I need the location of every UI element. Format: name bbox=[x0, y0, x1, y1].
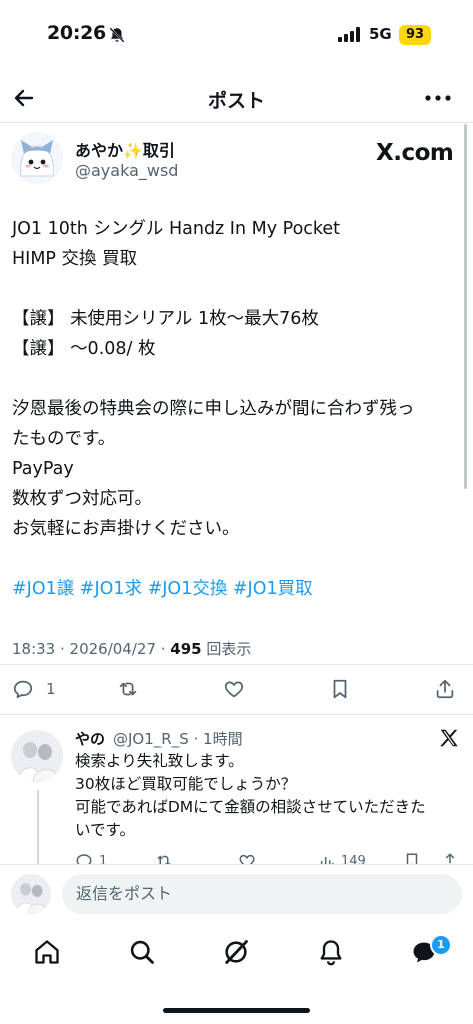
tweet-line bbox=[12, 274, 462, 304]
my-avatar bbox=[11, 874, 51, 914]
reply-handle-time[interactable]: @JO1_R_S · 1時間 bbox=[113, 728, 243, 749]
tab-notifications[interactable] bbox=[317, 938, 347, 968]
battery-indicator: 93 bbox=[399, 25, 431, 45]
bookmark-icon bbox=[333, 679, 347, 699]
nav-divider bbox=[0, 122, 473, 123]
tweet-line: たものです。 bbox=[12, 429, 116, 449]
tweet-line: HIMP 交換 買取 bbox=[12, 249, 138, 269]
status-time: 20:26 bbox=[47, 22, 106, 44]
reply-count: 1 bbox=[46, 680, 56, 698]
bell-slash-icon bbox=[109, 27, 125, 43]
x-logo-icon bbox=[440, 729, 458, 747]
actions-divider bbox=[0, 714, 473, 715]
author-handle[interactable]: @ayaka_wsd bbox=[75, 161, 178, 180]
reply-button[interactable] bbox=[12, 678, 34, 702]
reply-icon bbox=[13, 680, 33, 699]
share-icon bbox=[436, 679, 454, 699]
tweet-line: 数枚ずつ対応可。 bbox=[12, 489, 152, 509]
reply-line: 検索より失礼致します。 bbox=[75, 752, 244, 770]
tweet-line: JO1 10th シングル Handz In My Pocket bbox=[12, 219, 341, 239]
meta-divider bbox=[0, 664, 473, 665]
reply-author-name[interactable]: やの bbox=[75, 728, 105, 749]
repost-icon bbox=[119, 682, 137, 696]
bookmark-button[interactable] bbox=[329, 678, 351, 702]
tweet-line: お気軽にお声掛けください。 bbox=[12, 519, 240, 539]
tweet-line bbox=[12, 364, 462, 394]
tab-home[interactable] bbox=[33, 938, 63, 968]
grok-icon bbox=[225, 940, 248, 964]
tweet-meta: 18:33 · 2026/04/27 · 495 回表示 bbox=[12, 638, 251, 659]
reply-line: 可能であればDMにて金額の相談させていただきた bbox=[75, 798, 426, 816]
tab-grok[interactable] bbox=[222, 938, 252, 968]
share-button[interactable] bbox=[434, 678, 456, 702]
hashtag-links[interactable]: #JO1譲 #JO1求 #JO1交換 #JO1買取 bbox=[12, 574, 462, 604]
reply-avatar[interactable] bbox=[11, 730, 63, 782]
author-name[interactable]: あやか✨取引 bbox=[75, 137, 175, 161]
xcom-watermark: X.com bbox=[376, 140, 454, 166]
page-title: ポスト bbox=[207, 90, 265, 112]
view-count: 495 bbox=[170, 640, 202, 658]
tweet-timestamp: 18:33 · 2026/04/27 · bbox=[12, 640, 171, 658]
network-type: 5G bbox=[369, 25, 392, 43]
tweet-line: 【譲】 〜0.08/ 枚 bbox=[12, 339, 156, 359]
home-indicator bbox=[163, 1008, 310, 1013]
scrollbar[interactable] bbox=[464, 124, 467, 489]
search-icon bbox=[130, 940, 154, 964]
tab-search[interactable] bbox=[128, 938, 158, 968]
bell-icon bbox=[320, 940, 342, 966]
reply-text: 検索より失礼致します。 30枚ほど買取可能でしょうか？ 可能であればDMにて金額… bbox=[75, 750, 460, 842]
like-button[interactable] bbox=[223, 678, 245, 702]
reply-line: いです。 bbox=[75, 821, 135, 839]
home-icon bbox=[35, 940, 59, 964]
heart-icon bbox=[224, 681, 244, 698]
view-label: 回表示 bbox=[201, 640, 252, 658]
more-options-icon[interactable] bbox=[424, 94, 452, 102]
messages-badge: 1 bbox=[430, 934, 452, 956]
reply-compose-input[interactable]: 返信をポスト bbox=[62, 874, 462, 914]
cellular-signal-icon bbox=[338, 27, 360, 42]
tweet-line: 汐恩最後の特典会の際に申し込みが間に合わず残っ bbox=[12, 399, 415, 419]
tweet-line bbox=[12, 544, 462, 574]
tweet-text: JO1 10th シングル Handz In My Pocket HIMP 交換… bbox=[12, 214, 462, 604]
repost-button[interactable] bbox=[117, 678, 139, 702]
tweet-line: 【譲】 未使用シリアル 1枚〜最大76枚 bbox=[12, 309, 319, 329]
author-avatar[interactable] bbox=[11, 132, 63, 184]
reply-line: 30枚ほど買取可能でしょうか？ bbox=[75, 775, 297, 793]
tweet-line: PayPay bbox=[12, 459, 74, 479]
thread-connector bbox=[37, 790, 39, 865]
